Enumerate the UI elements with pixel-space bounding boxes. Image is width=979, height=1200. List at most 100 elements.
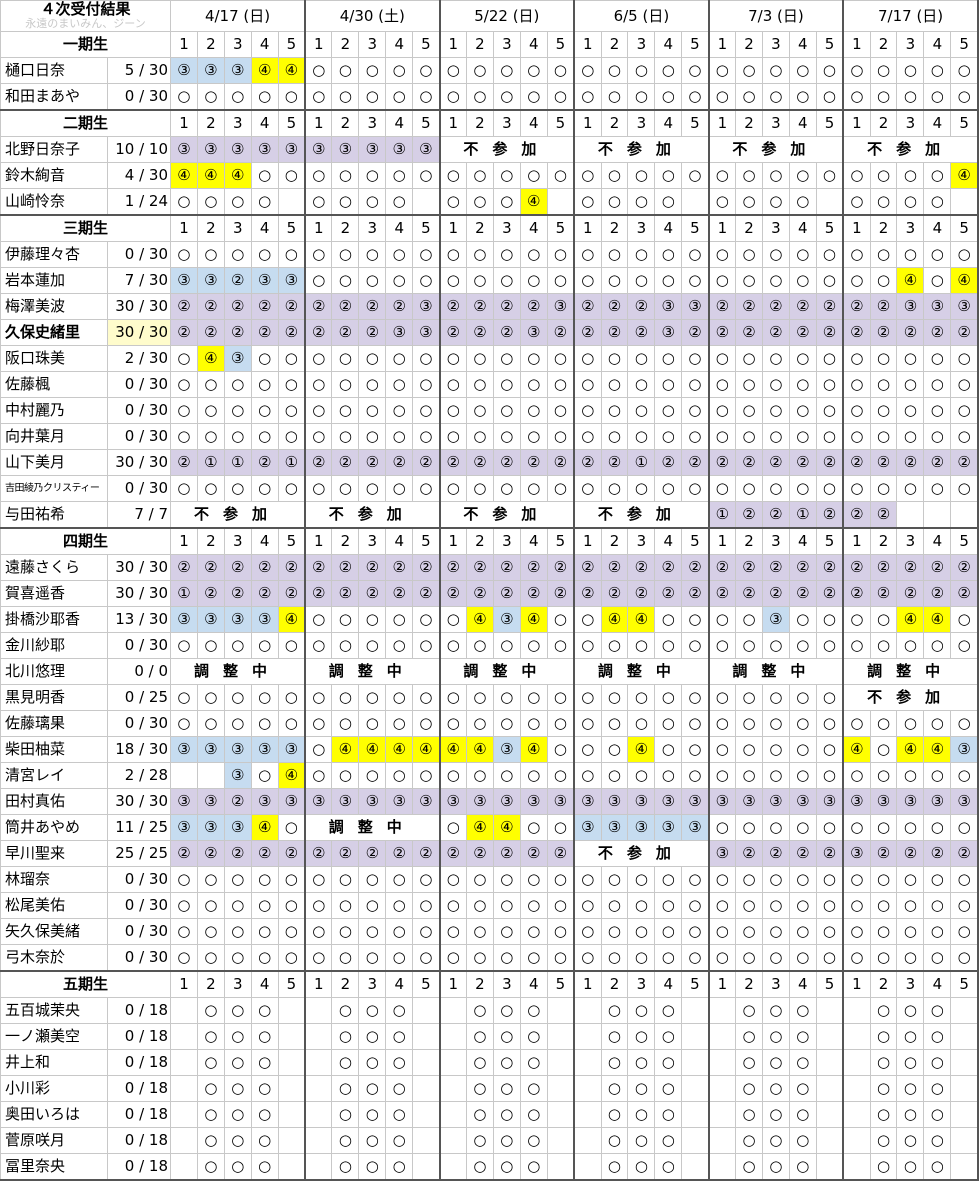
member-name: 矢久保美緒: [0, 918, 108, 945]
slot-mark: ②: [257, 558, 272, 576]
slot-mark: ○: [284, 870, 298, 888]
slot-cell: ○: [869, 57, 898, 84]
slot-mark: ○: [338, 688, 352, 706]
slot-cell: ○: [869, 475, 898, 502]
slot-cell: ○: [331, 371, 360, 398]
slot-mark: ○: [500, 870, 514, 888]
slot-cell: ○: [573, 397, 602, 424]
slot-number: 4: [788, 970, 817, 998]
slot-cell: ○: [250, 710, 279, 737]
slot-mark: ○: [688, 688, 702, 706]
slot-number: 2: [331, 970, 360, 998]
slot-cell: ○: [788, 814, 817, 841]
slot-cell: ○: [223, 918, 252, 945]
member-name: 岩本蓮加: [0, 267, 108, 294]
slot-cell: ○: [358, 606, 387, 633]
slot-cell: [546, 1127, 576, 1154]
slot-number: 5: [412, 214, 441, 242]
slot-number: 2: [465, 31, 494, 58]
slot-cell: ○: [277, 866, 307, 893]
slot-cell: ○: [358, 1075, 387, 1102]
slot-cell: ○: [708, 345, 737, 372]
slot-cell: ②: [385, 554, 414, 581]
slot-cell: ③: [170, 606, 198, 633]
slot-cell: ②: [385, 840, 414, 867]
slot-mark: ○: [365, 610, 379, 628]
slot-mark: ○: [796, 636, 810, 654]
member-count: 0 / 30: [106, 423, 172, 450]
slot-mark: ○: [527, 1105, 541, 1123]
slot-cell: ○: [519, 241, 548, 268]
slot-mark: ○: [204, 948, 218, 966]
slot-cell: ○: [869, 83, 898, 111]
slot-mark: ○: [338, 271, 352, 289]
slot-mark: ○: [742, 271, 756, 289]
slot-mark: ○: [553, 740, 567, 758]
slot-cell: ○: [761, 1075, 790, 1102]
slot-mark: ○: [876, 61, 891, 79]
slot-cell: [815, 1049, 845, 1076]
slot-mark: ○: [338, 192, 352, 210]
slot-mark: ○: [850, 818, 864, 836]
slot-mark: ③: [850, 792, 864, 810]
slot-mark: ○: [581, 636, 595, 654]
slot-cell: ○: [385, 997, 414, 1024]
slot-mark: ②: [365, 844, 380, 862]
slot-mark: ○: [365, 61, 379, 79]
slot-mark: ○: [231, 870, 245, 888]
slot-cell: ○: [196, 188, 225, 216]
slot-cell: ○: [492, 423, 521, 450]
slot-mark: ○: [903, 349, 917, 367]
slot-mark: ○: [473, 87, 487, 105]
slot-cell: ○: [654, 1153, 683, 1181]
slot-number: 2: [735, 214, 763, 242]
slot-cell: ○: [788, 267, 817, 294]
slot-cell: [950, 501, 979, 529]
slot-cell: ④: [196, 162, 225, 189]
slot-cell: ②: [708, 293, 737, 320]
slot-cell: ○: [358, 475, 387, 502]
slot-mark: ○: [634, 349, 648, 367]
slot-cell: ○: [250, 762, 279, 789]
slot-cell: ②: [492, 840, 521, 867]
slot-mark: ②: [527, 297, 541, 315]
slot-cell: ○: [681, 762, 710, 789]
slot-mark: ②: [312, 297, 326, 315]
slot-cell: ○: [761, 423, 790, 450]
slot-number: 3: [627, 970, 656, 998]
slot-number: 5: [277, 109, 307, 137]
slot-number: 2: [735, 31, 763, 58]
slot-cell: [573, 1101, 602, 1128]
slot-mark: ○: [850, 166, 864, 184]
slot-cell: ○: [627, 1049, 656, 1076]
slot-cell: ②: [465, 319, 494, 346]
slot-cell: [304, 1075, 333, 1102]
slot-cell: ③: [250, 736, 279, 763]
slot-number: 2: [331, 31, 360, 58]
slot-cell: ○: [465, 188, 494, 216]
slot-cell: ○: [223, 371, 252, 398]
member-count: 7 / 30: [106, 267, 172, 294]
slot-mark: ○: [204, 375, 218, 393]
slot-mark: ○: [312, 427, 326, 445]
slot-cell: ○: [842, 944, 871, 972]
slot-mark: ○: [796, 922, 810, 940]
slot-cell: ○: [923, 475, 952, 502]
slot-cell: ②: [869, 501, 898, 529]
slot-cell: ○: [950, 83, 979, 111]
slot-mark: ○: [607, 1105, 622, 1123]
slot-mark: ○: [365, 401, 379, 419]
slot-cell: ○: [304, 345, 333, 372]
slot-cell: ③: [923, 293, 952, 320]
slot-cell: ○: [385, 423, 414, 450]
member-name: 阪口珠美: [0, 345, 108, 372]
slot-cell: ③: [223, 606, 252, 633]
slot-mark: ○: [446, 636, 460, 654]
slot-cell: ②: [923, 319, 952, 346]
slot-cell: ○: [869, 814, 898, 841]
slot-mark: ○: [446, 401, 460, 419]
slot-mark: ○: [312, 714, 326, 732]
slot-cell: ○: [761, 83, 790, 111]
slot-cell: [439, 1153, 467, 1181]
slot-cell: ②: [170, 554, 198, 581]
